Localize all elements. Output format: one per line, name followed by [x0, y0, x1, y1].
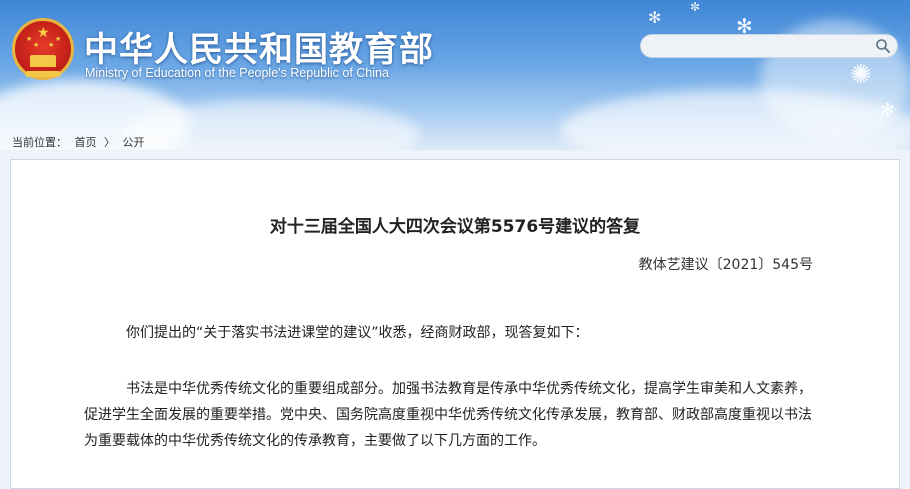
site-title[interactable]: 中华人民共和国教育部 [84, 22, 434, 71]
article-paragraph: 你们提出的“关于落实书法进课堂的建议”收悉，经商财政部，现答复如下： [126, 325, 589, 341]
breadcrumb-item-public[interactable]: 公开 [123, 136, 145, 149]
article-title: 对十三届全国人大四次会议第5576号建议的答复 [269, 217, 641, 237]
document-number: 教体艺建议〔2021〕545号 [638, 257, 813, 273]
search-icon[interactable] [875, 38, 891, 54]
dandelion-icon: ✻ [880, 100, 896, 121]
search-box[interactable] [640, 34, 898, 58]
site-header: ✻ ✼ ✻ ✺ ✻ ★ ★ ★ ★ ★ 中华人民共和国教育部 Ministry … [0, 0, 910, 150]
article-panel: 对十三届全国人大四次会议第5576号建议的答复 教体艺建议〔2021〕545号 … [10, 159, 900, 489]
dandelion-icon: ✼ [690, 0, 701, 14]
breadcrumb-separator: 〉 [104, 136, 115, 149]
breadcrumb: 当前位置： 首页 〉 公开 [12, 134, 149, 150]
national-emblem-icon[interactable]: ★ ★ ★ ★ ★ [12, 18, 74, 80]
breadcrumb-item-home[interactable]: 首页 [75, 136, 97, 149]
article-paragraph: 书法是中华优秀传统文化的重要组成部分。加强书法教育是传承中华优秀传统文化，提高学… [84, 381, 812, 449]
site-subtitle: Ministry of Education of the People's Re… [85, 66, 389, 80]
dandelion-icon: ✻ [648, 8, 662, 27]
breadcrumb-prefix: 当前位置： [12, 136, 67, 149]
search-input[interactable] [651, 37, 865, 57]
dandelion-icon: ✺ [850, 60, 872, 90]
